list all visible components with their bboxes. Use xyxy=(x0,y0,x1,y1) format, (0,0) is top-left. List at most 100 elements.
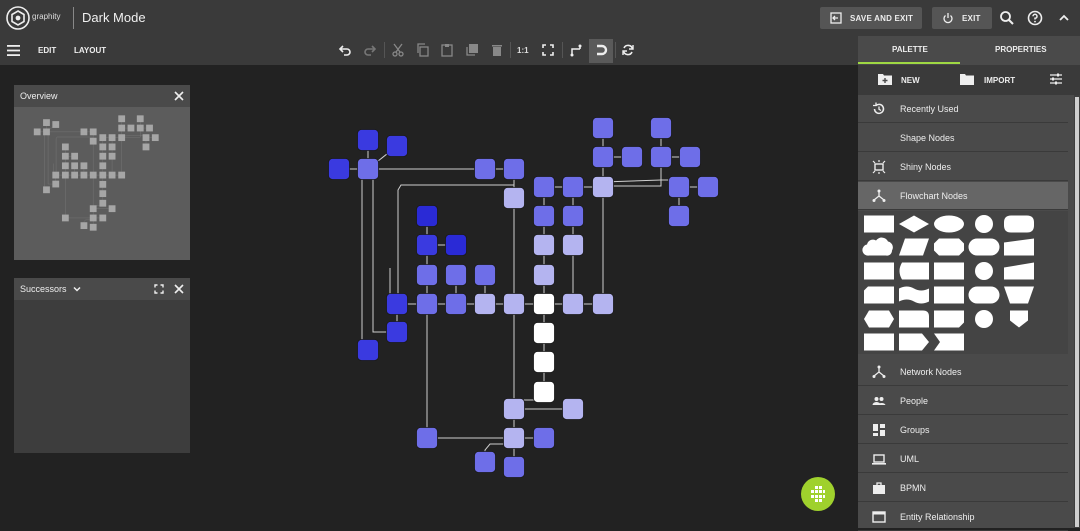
graph-node[interactable] xyxy=(562,205,584,227)
graph-node[interactable] xyxy=(503,398,525,420)
flowchart-shape-card[interactable] xyxy=(864,286,894,304)
graph-node[interactable] xyxy=(503,187,525,209)
flowchart-shape-circle[interactable] xyxy=(975,310,993,328)
palette-item-network-nodes[interactable]: Network Nodes xyxy=(858,358,1068,386)
flowchart-shape-notched[interactable] xyxy=(934,310,964,328)
graph-node[interactable] xyxy=(562,176,584,198)
graph-node[interactable] xyxy=(445,293,467,315)
flowchart-shape-doc-curve[interactable] xyxy=(899,262,930,280)
graph-node[interactable] xyxy=(503,158,525,180)
palette-scrollbar-thumb[interactable] xyxy=(1075,97,1079,527)
graph-node[interactable] xyxy=(650,146,672,168)
flowchart-shape-wave[interactable] xyxy=(899,286,929,304)
graph-node[interactable] xyxy=(416,264,438,286)
graph-node[interactable] xyxy=(533,322,555,344)
graph-node[interactable] xyxy=(668,176,690,198)
tab-palette[interactable]: PALETTE xyxy=(892,45,928,54)
graph-node[interactable] xyxy=(533,427,555,449)
flowchart-shape-rect[interactable] xyxy=(934,262,964,280)
graph-node[interactable] xyxy=(668,205,690,227)
palette-item-recently-used[interactable]: Recently Used xyxy=(858,95,1068,123)
flowchart-shape-skewed[interactable] xyxy=(1004,238,1034,256)
flowchart-shape-rect[interactable] xyxy=(934,286,964,304)
graph-node[interactable] xyxy=(474,158,496,180)
graph-node[interactable] xyxy=(445,264,467,286)
graph-node[interactable] xyxy=(562,293,584,315)
settings-sliders-icon[interactable] xyxy=(1050,73,1062,85)
new-folder-icon[interactable] xyxy=(878,73,892,85)
close-successors-icon[interactable] xyxy=(174,284,184,294)
graph-node[interactable] xyxy=(562,398,584,420)
import-button[interactable]: IMPORT xyxy=(984,76,1015,85)
graph-node[interactable] xyxy=(533,234,555,256)
graph-node[interactable] xyxy=(386,293,408,315)
graph-node[interactable] xyxy=(533,381,555,403)
palette-item-entity-relationship[interactable]: Entity Relationship xyxy=(858,503,1068,531)
flowchart-shape-hexagon[interactable] xyxy=(864,310,894,328)
palette-item-people[interactable]: People xyxy=(858,387,1068,415)
fullscreen-icon[interactable] xyxy=(154,284,164,294)
tab-properties[interactable]: PROPERTIES xyxy=(995,45,1047,54)
palette-item-groups[interactable]: Groups xyxy=(858,416,1068,444)
help-icon[interactable] xyxy=(1027,10,1043,26)
exit-button[interactable]: EXIT xyxy=(932,7,992,29)
graph-node[interactable] xyxy=(416,205,438,227)
flowchart-shape-rect[interactable] xyxy=(864,333,894,351)
overview-viewport[interactable] xyxy=(14,107,190,260)
node-palette-fab-button[interactable] xyxy=(801,477,835,511)
flowchart-shape-chevron[interactable] xyxy=(934,333,964,351)
graph-node[interactable] xyxy=(533,351,555,373)
search-icon[interactable] xyxy=(999,10,1015,26)
close-overview-icon[interactable] xyxy=(174,91,184,101)
successors-title[interactable]: Successors xyxy=(20,284,67,294)
flowchart-shape-tab[interactable] xyxy=(899,310,929,328)
graph-node[interactable] xyxy=(416,293,438,315)
graph-node[interactable] xyxy=(562,234,584,256)
graph-node[interactable] xyxy=(386,321,408,343)
graph-node[interactable] xyxy=(679,146,701,168)
flowchart-shape-cloud[interactable] xyxy=(862,237,893,256)
palette-item-shape-nodes[interactable]: Shape Nodes xyxy=(858,124,1068,152)
graph-node[interactable] xyxy=(621,146,643,168)
flowchart-shape-ellipse[interactable] xyxy=(934,215,964,233)
flowchart-shapes[interactable] xyxy=(858,211,1068,354)
palette-item-shiny-nodes[interactable]: Shiny Nodes xyxy=(858,153,1068,181)
graph-node[interactable] xyxy=(416,427,438,449)
graph-node[interactable] xyxy=(650,117,672,139)
graph-node[interactable] xyxy=(533,293,555,315)
flowchart-shape-octagon[interactable] xyxy=(934,238,964,256)
flowchart-shape-trapezoid[interactable] xyxy=(1004,286,1034,304)
flowchart-shape-arrow-right[interactable] xyxy=(899,333,929,351)
graph-node[interactable] xyxy=(592,117,614,139)
graph-node[interactable] xyxy=(503,293,525,315)
graph-node[interactable] xyxy=(416,234,438,256)
graph-node[interactable] xyxy=(474,293,496,315)
folder-icon[interactable] xyxy=(960,73,974,85)
graph-node[interactable] xyxy=(474,264,496,286)
flowchart-shape-circle[interactable] xyxy=(975,215,993,233)
flowchart-shape-stadium[interactable] xyxy=(968,286,1000,304)
graph-node[interactable] xyxy=(533,264,555,286)
graph-node[interactable] xyxy=(386,135,408,157)
graph-node[interactable] xyxy=(592,176,614,198)
graph-node[interactable] xyxy=(533,176,555,198)
graph-node[interactable] xyxy=(592,146,614,168)
flowchart-shape-parallelogram[interactable] xyxy=(899,238,929,256)
flowchart-shape-rounded[interactable] xyxy=(1004,215,1034,233)
graph-node[interactable] xyxy=(503,427,525,449)
palette-item-flowchart-nodes[interactable]: Flowchart Nodes xyxy=(858,182,1068,210)
flowchart-shape-manual[interactable] xyxy=(1004,262,1034,280)
palette-item-uml[interactable]: UML xyxy=(858,445,1068,473)
new-button[interactable]: NEW xyxy=(901,76,920,85)
graph-node[interactable] xyxy=(328,158,350,180)
graph-node[interactable] xyxy=(474,451,496,473)
graph-node[interactable] xyxy=(697,176,719,198)
graph-node[interactable] xyxy=(503,456,525,478)
graph-node[interactable] xyxy=(533,205,555,227)
graph-node[interactable] xyxy=(357,129,379,151)
graph-node[interactable] xyxy=(357,339,379,361)
flowchart-shape-rect[interactable] xyxy=(864,215,894,233)
chevron-down-icon[interactable] xyxy=(73,285,81,293)
chevron-up-icon[interactable] xyxy=(1056,10,1072,26)
graph-node[interactable] xyxy=(357,158,379,180)
